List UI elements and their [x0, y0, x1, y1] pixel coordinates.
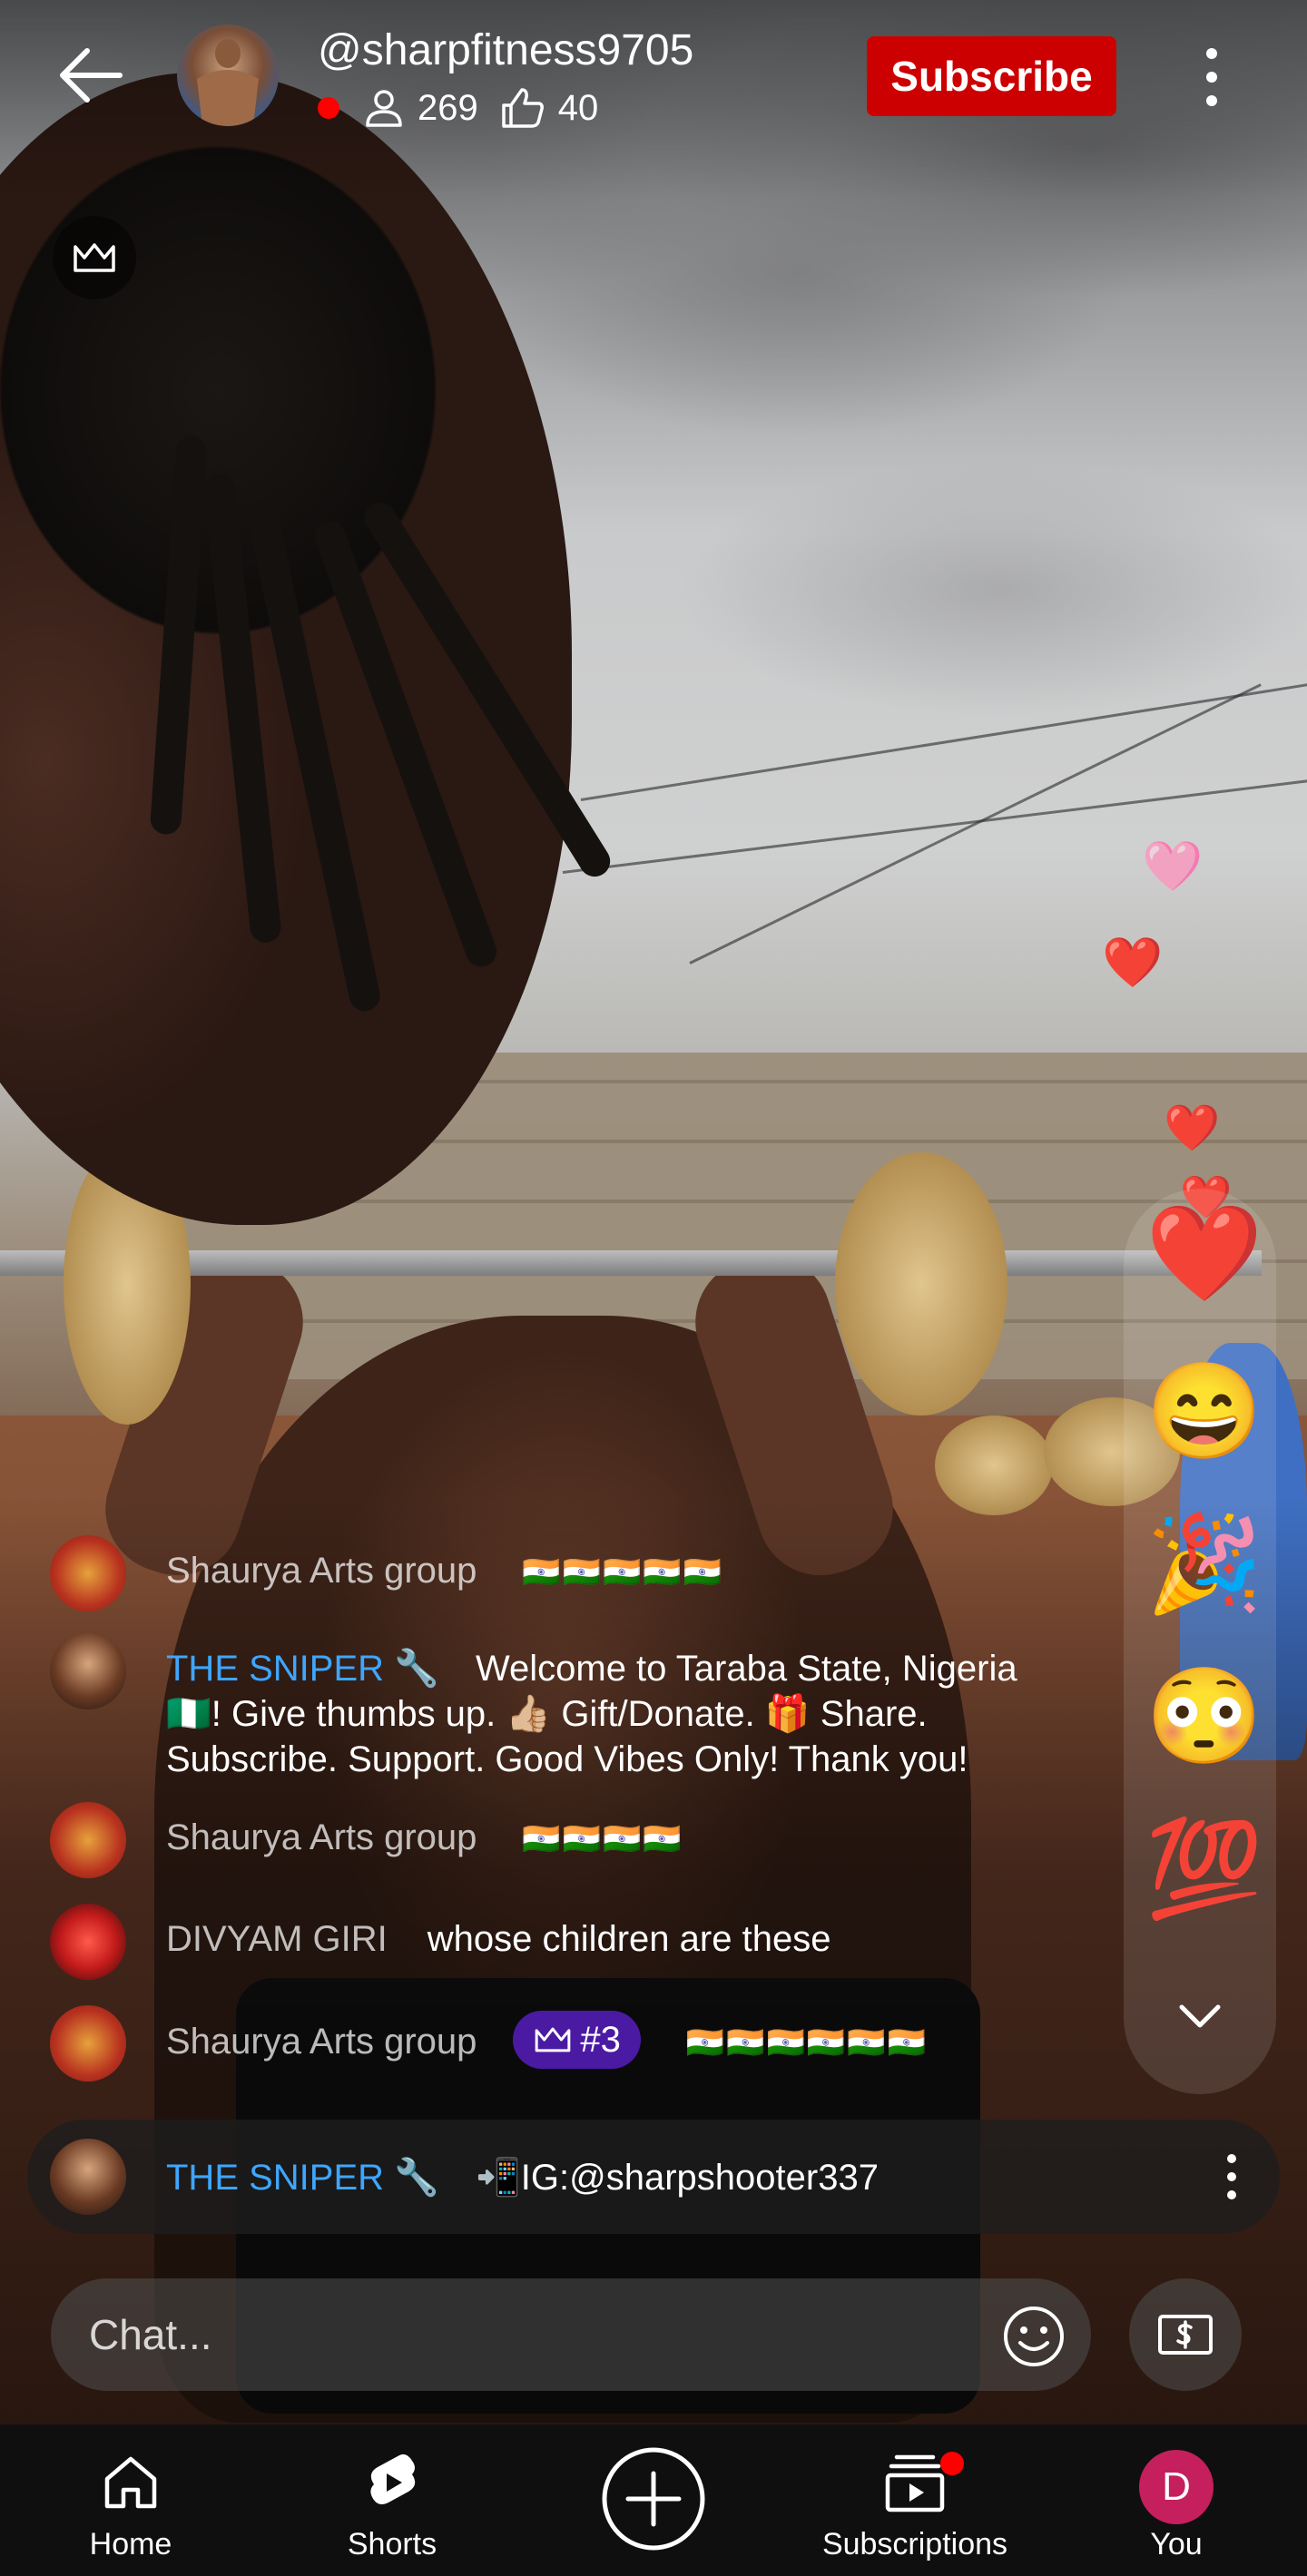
nav-home[interactable]: Home	[22, 2424, 240, 2576]
crown-button[interactable]	[53, 216, 136, 299]
chat-avatar	[50, 2139, 126, 2215]
chat-message[interactable]: THE SNIPER 🔧 Welcome to Taraba State, Nig…	[50, 1633, 1094, 1782]
chevron-down-icon[interactable]	[1171, 1987, 1229, 2045]
crown-icon	[536, 2027, 571, 2052]
chat-content: Shaurya Arts group 🇮🇳🇮🇳🇮🇳🇮🇳🇮🇳	[166, 1535, 723, 1611]
chat-author[interactable]: Shaurya Arts group	[166, 1817, 477, 1857]
reaction-party[interactable]: 🎉	[1145, 1510, 1263, 1619]
emoji-icon[interactable]	[1002, 2305, 1066, 2368]
more-vert-icon[interactable]	[1189, 41, 1234, 113]
nav-subscriptions[interactable]: Subscriptions	[806, 2424, 1024, 2576]
chat-content: Shaurya Arts group 🇮🇳🇮🇳🇮🇳🇮🇳	[166, 1802, 683, 1878]
like-count: 40	[557, 87, 599, 128]
channel-handle[interactable]: @sharpfitness9705	[318, 25, 693, 76]
chat-input[interactable]	[51, 2278, 1091, 2391]
live-stats: 269 40	[318, 85, 598, 131]
channel-avatar[interactable]	[177, 24, 279, 126]
reaction-grin[interactable]: 😄	[1145, 1357, 1263, 1466]
subscriptions-icon	[885, 2454, 945, 2512]
reaction-heart[interactable]: ❤️	[1145, 1200, 1263, 1308]
floating-heart: 🩷	[1142, 839, 1204, 894]
bottom-navigation: Home Shorts Subscriptions D You	[0, 2424, 1307, 2576]
chat-content: THE SNIPER 🔧 Welcome to Taraba State, Nig…	[166, 1633, 1074, 1782]
badge-rank: #3	[580, 2020, 621, 2060]
nav-label: Home	[89, 2527, 172, 2561]
chat-avatar	[50, 2005, 126, 2081]
chat-author[interactable]: Shaurya Arts group	[166, 1551, 477, 1591]
reaction-hundred[interactable]: 💯	[1145, 1815, 1263, 1924]
more-vert-icon[interactable]	[1218, 2150, 1245, 2204]
crown-icon	[74, 243, 115, 272]
pinned-author[interactable]: THE SNIPER 🔧	[166, 2156, 439, 2199]
live-indicator	[318, 97, 339, 119]
pinned-text: 📲IG:@sharpshooter337	[475, 2157, 879, 2198]
chat-avatar	[50, 1904, 126, 1980]
chat-avatar	[50, 1633, 126, 1709]
chat-message[interactable]: DIVYAM GIRI whose children are these	[50, 1904, 1094, 1980]
chat-content: Shaurya Arts group #3 🇮🇳🇮🇳🇮🇳🇮🇳🇮🇳🇮🇳	[166, 2005, 928, 2081]
chat-author[interactable]: Shaurya Arts group	[166, 2022, 477, 2062]
member-rank-badge: #3	[513, 2011, 641, 2069]
nav-label: You	[1150, 2527, 1203, 2561]
chat-text: 🇮🇳🇮🇳🇮🇳🇮🇳	[522, 1822, 683, 1856]
chat-text: 🇮🇳🇮🇳🇮🇳🇮🇳🇮🇳🇮🇳	[685, 2025, 928, 2061]
floating-heart: ❤️	[1164, 1102, 1221, 1153]
nav-shorts[interactable]: Shorts	[283, 2424, 501, 2576]
live-header: @sharpfitness9705 269 40 Subscribe	[0, 0, 1307, 154]
nav-label: Subscriptions	[821, 2527, 1008, 2561]
subscribe-button[interactable]: Subscribe	[867, 36, 1116, 116]
notification-dot	[940, 2452, 964, 2475]
thumbs-up-icon[interactable]	[500, 87, 545, 129]
reaction-panel	[1124, 1189, 1276, 2094]
reaction-flushed[interactable]: 😳	[1145, 1662, 1263, 1771]
super-chat-button[interactable]	[1129, 2278, 1242, 2391]
chat-author[interactable]: DIVYAM GIRI	[166, 1919, 388, 1959]
chat-content: DIVYAM GIRI whose children are these	[166, 1904, 830, 1980]
home-icon	[104, 2456, 157, 2509]
nav-create[interactable]	[545, 2424, 762, 2576]
chat-message[interactable]: Shaurya Arts group 🇮🇳🇮🇳🇮🇳🇮🇳🇮🇳	[50, 1535, 1094, 1611]
chat-message[interactable]: Shaurya Arts group #3 🇮🇳🇮🇳🇮🇳🇮🇳🇮🇳🇮🇳	[50, 2005, 1094, 2081]
super-chat-icon	[1158, 2315, 1213, 2355]
chat-avatar	[50, 1802, 126, 1878]
pinned-message[interactable]: THE SNIPER 🔧 📲IG:@sharpshooter337	[27, 2120, 1280, 2234]
chat-message[interactable]: Shaurya Arts group 🇮🇳🇮🇳🇮🇳🇮🇳	[50, 1802, 1094, 1878]
chat-text: 🇮🇳🇮🇳🇮🇳🇮🇳🇮🇳	[522, 1555, 724, 1590]
chat-avatar	[50, 1535, 126, 1611]
floating-heart: ❤️	[1102, 935, 1164, 990]
nav-you[interactable]: D You	[1067, 2424, 1285, 2576]
avatar-figure-icon	[197, 39, 259, 126]
chat-author[interactable]: THE SNIPER 🔧	[166, 1649, 439, 1689]
nav-label: Shorts	[347, 2527, 437, 2561]
chat-text: whose children are these	[427, 1919, 831, 1959]
foreground-hair	[0, 82, 599, 898]
viewer-count: 269	[418, 87, 478, 128]
viewer-person-icon	[366, 90, 402, 127]
weight-plate	[835, 1152, 1007, 1415]
create-plus-icon	[602, 2447, 705, 2551]
back-arrow-icon[interactable]	[54, 44, 127, 107]
shorts-icon	[370, 2454, 416, 2504]
user-avatar: D	[1139, 2450, 1214, 2524]
